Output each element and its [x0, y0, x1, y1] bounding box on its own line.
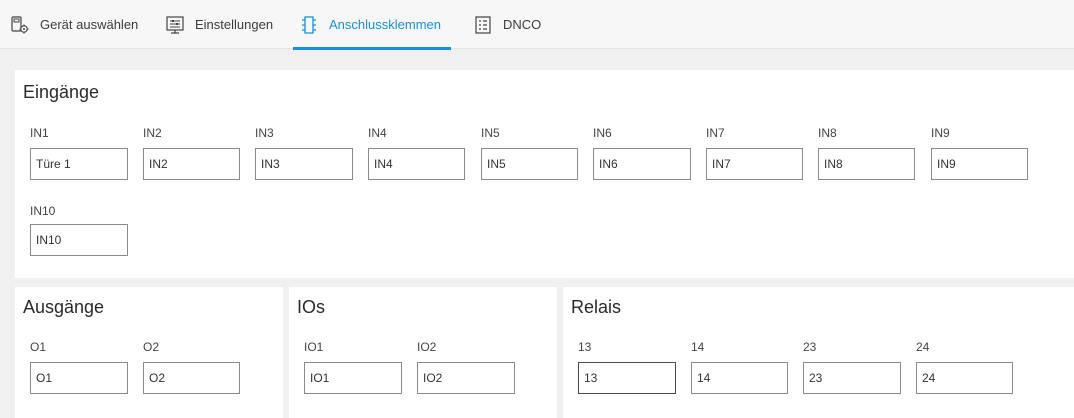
- input-relay-13[interactable]: [578, 362, 676, 394]
- tab-bar: Gerät auswählen Einstellungen Anschlussk…: [0, 0, 1074, 50]
- active-tab-indicator: [293, 47, 451, 50]
- terminal-icon: [302, 15, 316, 34]
- field-label-in4: IN4: [368, 126, 387, 140]
- field-label-io2: IO2: [417, 340, 437, 354]
- inputs-panel: Eingänge IN1 IN2 IN3 IN4 IN5 IN6 IN7 IN8…: [15, 70, 1074, 278]
- field-label-relay-23: 23: [803, 340, 817, 354]
- panel-title: Relais: [571, 297, 622, 317]
- field-label-io1: IO1: [304, 340, 324, 354]
- field-label-relay-24: 24: [916, 340, 930, 354]
- input-relay-23[interactable]: [803, 362, 901, 394]
- field-label-o1: O1: [30, 340, 47, 354]
- input-in3[interactable]: [255, 148, 353, 180]
- field-label-relay-14: 14: [691, 340, 705, 354]
- tab-dnco[interactable]: DNCO: [473, 0, 541, 49]
- field-label-in7: IN7: [706, 126, 725, 140]
- input-in5[interactable]: [481, 148, 578, 180]
- tab-device-select[interactable]: Gerät auswählen: [10, 0, 138, 49]
- input-o2[interactable]: [143, 362, 240, 394]
- panel-title: Ausgänge: [23, 297, 105, 317]
- tab-label: Einstellungen: [195, 17, 274, 32]
- panel-title: Eingänge: [23, 82, 100, 102]
- input-relay-14[interactable]: [691, 362, 788, 394]
- input-io2[interactable]: [417, 362, 515, 394]
- outputs-panel: Ausgänge O1 O2: [15, 287, 283, 418]
- input-o1[interactable]: [30, 362, 128, 394]
- field-label-in1: IN1: [30, 126, 49, 140]
- field-label-in5: IN5: [481, 126, 500, 140]
- input-in8[interactable]: [818, 148, 915, 180]
- field-label-in6: IN6: [593, 126, 612, 140]
- tab-terminals[interactable]: Anschlussklemmen: [293, 0, 451, 50]
- input-in2[interactable]: [143, 148, 240, 180]
- input-in9[interactable]: [931, 148, 1028, 180]
- tab-label: DNCO: [503, 17, 542, 32]
- input-relay-24[interactable]: [916, 362, 1013, 394]
- panel-title: IOs: [297, 297, 326, 317]
- settings-monitor-icon: [166, 15, 184, 34]
- input-in1[interactable]: [30, 148, 128, 180]
- device-select-icon: [11, 15, 29, 33]
- input-in6[interactable]: [593, 148, 691, 180]
- field-label-in8: IN8: [818, 126, 837, 140]
- input-in10[interactable]: [30, 224, 128, 256]
- tab-settings[interactable]: Einstellungen: [165, 0, 273, 49]
- field-label-in2: IN2: [143, 126, 162, 140]
- field-label-relay-13: 13: [578, 340, 592, 354]
- ios-panel: IOs IO1 IO2: [289, 287, 557, 418]
- field-label-o2: O2: [143, 340, 160, 354]
- field-label-in3: IN3: [255, 126, 274, 140]
- input-io1[interactable]: [304, 362, 402, 394]
- document-list-icon: [475, 15, 491, 34]
- input-in4[interactable]: [368, 148, 465, 180]
- input-in7[interactable]: [706, 148, 803, 180]
- tab-label: Anschlussklemmen: [329, 17, 441, 32]
- tab-label: Gerät auswählen: [40, 17, 139, 32]
- field-label-in10: IN10: [30, 204, 56, 218]
- relais-panel: Relais 13 14 23 24: [563, 287, 1074, 418]
- field-label-in9: IN9: [931, 126, 950, 140]
